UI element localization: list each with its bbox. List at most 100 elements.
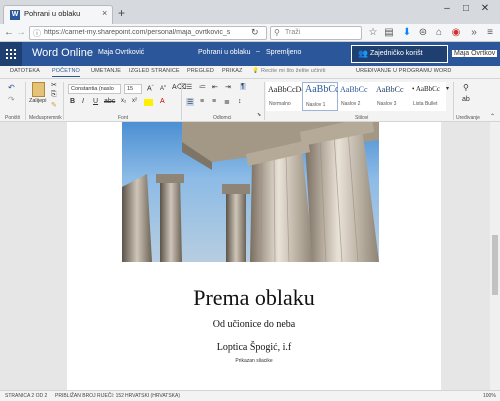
style-heading-1[interactable]: AaBbCc Naslov 1 (302, 82, 340, 111)
bold-icon[interactable]: B (70, 98, 75, 105)
forward-icon[interactable]: → (15, 27, 27, 38)
subscript-icon[interactable]: x₂ (121, 98, 126, 104)
tab-insert[interactable]: UMETANJE (91, 68, 121, 74)
home-icon[interactable]: ⌂ (433, 27, 445, 38)
scrollbar-thumb[interactable] (492, 235, 498, 295)
numbering-icon[interactable]: ≔ (199, 83, 206, 91)
search-placeholder: Traži (285, 29, 301, 36)
paste-icon[interactable] (32, 82, 45, 97)
collapse-ribbon-icon[interactable]: ⌃ (490, 113, 495, 120)
page-count[interactable]: STRANICA 2 OD 2 (5, 393, 47, 399)
show-marks-icon[interactable]: ¶ (240, 83, 246, 90)
edit-in-word-button[interactable]: UREĐIVANJE U PROGRAMU WORD (356, 68, 451, 74)
reload-icon[interactable]: ↻ (251, 27, 259, 38)
italic-icon[interactable]: I (82, 98, 84, 105)
app-name[interactable]: Word Online (32, 47, 93, 59)
tab-layout[interactable]: IZGLED STRANICE (129, 68, 180, 74)
url-text: https://carnet-my.sharepoint.com/persona… (44, 29, 231, 36)
clipboard-icon[interactable]: ▤ (383, 27, 395, 38)
style-preview: AaBbCc (376, 85, 404, 94)
window-close-icon[interactable]: ✕ (478, 3, 492, 14)
title-separator: – (256, 48, 260, 55)
style-list-bullet[interactable]: • AaBbCc Lista Bullet (410, 82, 446, 111)
app-launcher-button[interactable] (0, 42, 22, 66)
menu-icon[interactable]: ≡ (484, 27, 496, 38)
align-center-icon[interactable]: ≡ (200, 98, 204, 105)
paste-button-label[interactable]: Zalijepi (29, 98, 46, 104)
close-tab-icon[interactable]: × (102, 8, 107, 18)
font-size-select[interactable]: 15 (124, 84, 142, 94)
status-bar: STRANICA 2 OD 2 PRIBLIŽAN BROJ RIJEČI: 1… (0, 390, 500, 401)
language-status[interactable]: HRVATSKI (HRVATSKA) (125, 393, 180, 399)
doc-title: Prema oblaku (193, 285, 315, 310)
ribbon-tabs: DATOTEKA POČETNO UMETANJE IZGLED STRANIC… (0, 66, 500, 79)
style-preview: AaBbCc (305, 84, 340, 95)
strikethrough-icon[interactable]: abc (104, 98, 115, 105)
addon-icon[interactable]: ◉ (450, 27, 462, 38)
font-color-icon[interactable]: A (160, 98, 165, 105)
document-title[interactable]: Pohrani u oblaku (198, 49, 251, 56)
columns-photo[interactable] (122, 122, 379, 262)
columns-illustration (122, 122, 379, 262)
justify-icon[interactable]: ≣ (224, 98, 230, 106)
share-button[interactable]: 👥 Zajedničko korišt (351, 45, 448, 63)
line-spacing-icon[interactable]: ↕ (238, 98, 242, 105)
replace-icon[interactable]: ab (462, 96, 470, 103)
document-page[interactable]: Prema oblaku Od učionice do neba Loptica… (67, 122, 441, 390)
browser-tab-title: Pohrani u oblaku (24, 9, 81, 18)
word-favicon-icon: W (10, 10, 20, 20)
format-painter-icon[interactable]: ✎ (51, 101, 57, 109)
search-icon: ⚲ (274, 28, 280, 37)
star-icon[interactable]: ☆ (367, 27, 379, 38)
redo-icon[interactable]: ↷ (8, 95, 15, 104)
grow-font-icon[interactable]: A^ (147, 83, 154, 92)
info-icon[interactable]: ⓘ (33, 28, 41, 39)
style-heading-3[interactable]: AaBbCc Naslov 3 (374, 82, 410, 111)
download-icon[interactable]: ⬇ (401, 27, 413, 38)
breadcrumb-user[interactable]: Maja Ovrtković (98, 49, 144, 56)
maximize-icon[interactable]: □ (459, 3, 473, 14)
highlight-icon[interactable] (144, 99, 153, 106)
increase-indent-icon[interactable]: ⇥ (225, 83, 231, 91)
new-tab-icon[interactable]: + (118, 6, 125, 20)
tab-review[interactable]: PREGLED (187, 68, 214, 74)
zoom-level[interactable]: 100% (483, 393, 496, 399)
waffle-icon (6, 49, 16, 59)
minimize-icon[interactable]: – (440, 3, 454, 14)
clear-format-icon[interactable]: A⌫ (172, 83, 187, 91)
font-group-label: Font (118, 115, 129, 121)
tell-me-input[interactable]: Recite mi što želite učiniti (261, 68, 326, 74)
browser-tab[interactable]: W Pohrani u oblaku × (3, 5, 113, 24)
tab-file[interactable]: DATOTEKA (10, 68, 40, 74)
styles-more-icon[interactable]: ▾ (446, 85, 449, 92)
tab-home[interactable]: POČETNO (52, 68, 80, 77)
find-icon[interactable]: ⚲ (463, 83, 469, 92)
style-normal[interactable]: AaBbCcDc Normalno (266, 82, 305, 111)
style-name: Normalno (269, 101, 291, 107)
url-bar[interactable]: ⓘ https://carnet-my.sharepoint.com/perso… (29, 26, 267, 40)
shrink-font-icon[interactable]: Av (160, 83, 166, 92)
group-divider (25, 82, 26, 120)
underline-icon[interactable]: U (93, 98, 98, 105)
doc-subtitle: Od učionice do neba (212, 319, 296, 330)
font-name-select[interactable]: Constantia (naslo (68, 84, 121, 94)
lock-icon[interactable]: ⊜ (417, 27, 429, 38)
cut-icon[interactable]: ✂ (51, 81, 57, 89)
style-heading-2[interactable]: AaBbCc Naslov 2 (338, 82, 374, 111)
word-count[interactable]: PRIBLIŽAN BROJ RIJEČI: 152 (55, 393, 124, 399)
back-icon[interactable]: ← (3, 27, 15, 38)
account-name[interactable]: Maja Ovrtkov (452, 50, 498, 57)
share-button-label: Zajedničko korišt (370, 50, 423, 57)
copy-icon[interactable]: ⎘ (51, 91, 57, 99)
style-preview: AaBbCc (340, 85, 368, 94)
paragraph-launcher-icon[interactable]: ⬊ (257, 112, 261, 118)
browser-search-input[interactable]: ⚲ Traži (270, 26, 362, 40)
tab-view[interactable]: PRIKAZ (222, 68, 242, 74)
undo-icon[interactable]: ↶ (8, 83, 15, 92)
superscript-icon[interactable]: x² (132, 98, 137, 104)
bullets-icon[interactable]: ☰ (186, 83, 192, 91)
align-right-icon[interactable]: ≡ (212, 98, 216, 105)
decrease-indent-icon[interactable]: ⇤ (212, 83, 218, 91)
more-addons-icon[interactable]: » (468, 27, 480, 38)
align-left-icon[interactable]: ☰ (186, 98, 195, 106)
